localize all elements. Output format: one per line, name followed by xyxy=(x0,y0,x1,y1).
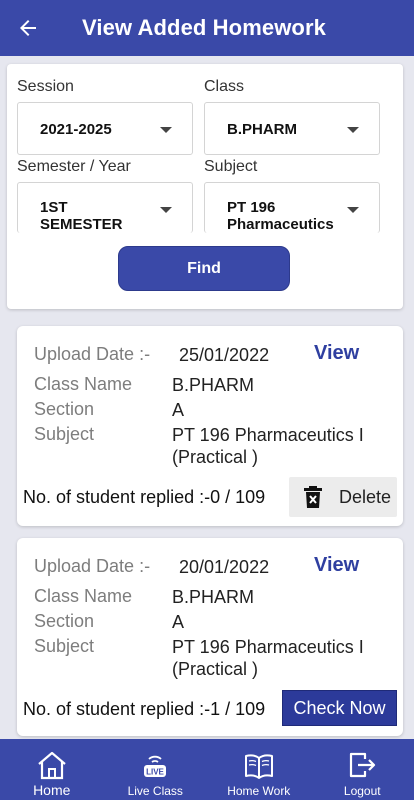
live-broadcast-icon: LIVE xyxy=(141,744,169,780)
subject-label: Subject xyxy=(34,424,95,444)
view-link[interactable]: View xyxy=(314,342,359,365)
upload-date-label: Upload Date :- xyxy=(34,344,151,364)
subject-value: PT 196 Pharmaceutics I xyxy=(227,199,334,233)
section-value: A xyxy=(172,400,185,420)
back-button[interactable] xyxy=(0,0,56,56)
class-label: Class xyxy=(204,78,245,95)
upload-date-label: Upload Date :- xyxy=(34,556,151,576)
nav-home-label: Home xyxy=(33,782,71,798)
upload-date: 20/01/2022 xyxy=(179,557,270,577)
trash-icon xyxy=(303,486,329,508)
chevron-down-icon xyxy=(160,207,172,213)
replied-count: No. of student replied :-0 / 109 xyxy=(23,487,266,507)
nav-live-class[interactable]: LIVE Live Class xyxy=(104,739,208,800)
nav-live-class-label: Live Class xyxy=(127,784,183,798)
subject-label: Subject xyxy=(204,158,258,175)
bottom-navigation: Home LIVE Live Class Home Work Logout xyxy=(0,739,414,800)
chevron-down-icon xyxy=(347,207,359,213)
class-name-label: Class Name xyxy=(34,586,133,606)
semester-label: Semester / Year xyxy=(17,158,131,175)
app-bar: View Added Homework xyxy=(0,0,414,56)
homework-card: Upload Date :- 25/01/2022 View Class Nam… xyxy=(17,326,403,526)
subject-label: Subject xyxy=(34,636,95,656)
book-icon xyxy=(243,744,275,780)
replied-count: No. of student replied :-1 / 109 xyxy=(23,699,266,719)
class-value: B.PHARM xyxy=(227,121,297,138)
class-name-value: B.PHARM xyxy=(172,587,255,607)
section-value: A xyxy=(172,612,185,632)
class-name-label: Class Name xyxy=(34,374,133,394)
session-dropdown[interactable]: 2021-2025 xyxy=(17,102,193,155)
session-value: 2021-2025 xyxy=(40,121,112,138)
subject-dropdown[interactable]: PT 196 Pharmaceutics I xyxy=(204,182,380,233)
subject-value: PT 196 Pharmaceutics I (Practical ) xyxy=(172,425,364,467)
arrow-left-icon xyxy=(20,20,36,36)
live-badge: LIVE xyxy=(146,768,164,777)
class-name-value: B.PHARM xyxy=(172,375,255,395)
nav-home-work-label: Home Work xyxy=(227,784,291,798)
semester-dropdown[interactable]: 1ST SEMESTER xyxy=(17,182,193,233)
session-label: Session xyxy=(17,78,74,95)
nav-logout-label: Logout xyxy=(343,784,381,798)
section-label: Section xyxy=(34,399,95,419)
nav-home[interactable]: Home xyxy=(0,739,104,800)
page-title: View Added Homework xyxy=(82,15,326,40)
logout-icon xyxy=(347,744,377,780)
upload-date: 25/01/2022 xyxy=(179,345,270,365)
semester-value: 1ST SEMESTER xyxy=(40,199,123,233)
filter-card: Session 2021-2025 Class B.PHARM Semester… xyxy=(7,64,403,309)
delete-label: Delete xyxy=(339,486,392,507)
homework-card: Upload Date :- 20/01/2022 View Class Nam… xyxy=(17,538,403,736)
section-label: Section xyxy=(34,611,95,631)
chevron-down-icon xyxy=(347,127,359,133)
nav-logout[interactable]: Logout xyxy=(311,739,414,800)
check-now-button[interactable]: Check Now xyxy=(282,690,397,726)
chevron-down-icon xyxy=(160,127,172,133)
find-button[interactable]: Find xyxy=(118,246,290,291)
home-icon xyxy=(36,744,68,780)
subject-value: PT 196 Pharmaceutics I (Practical ) xyxy=(172,637,364,679)
nav-home-work[interactable]: Home Work xyxy=(207,739,311,800)
view-link[interactable]: View xyxy=(314,554,359,577)
delete-button[interactable]: Delete xyxy=(289,477,397,517)
class-dropdown[interactable]: B.PHARM xyxy=(204,102,380,155)
